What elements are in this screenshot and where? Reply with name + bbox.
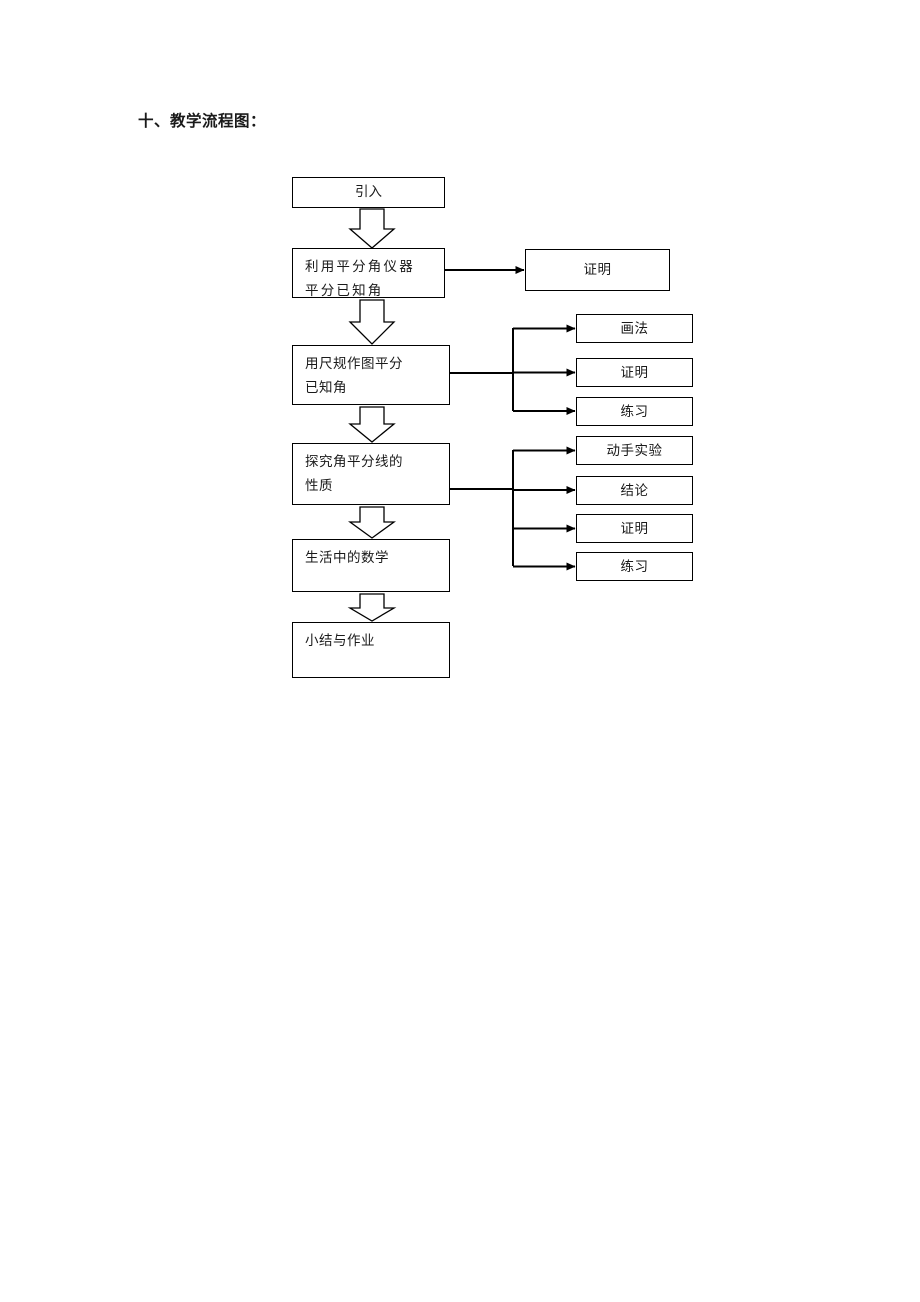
flow-node-label: 动手实验 — [606, 442, 663, 459]
flow-node-practice-1[interactable]: 练习 — [576, 397, 693, 426]
arrow-intro-instrument — [348, 208, 396, 249]
teaching-flowchart: 引入 利用平分角仪器 平分已知角 用尺规作图平分 已知角 探究角平分线的 性质 … — [0, 0, 920, 720]
flow-node-label: 引入 — [355, 184, 382, 200]
flow-node-practice-2[interactable]: 练习 — [576, 552, 693, 581]
flow-node-label: 练习 — [620, 403, 649, 420]
flow-node-instrument[interactable]: 利用平分角仪器 平分已知角 — [292, 248, 445, 299]
flow-node-label: 画法 — [620, 320, 649, 337]
flow-node-label: 结论 — [620, 482, 649, 499]
flow-node-life-math[interactable]: 生活中的数学 — [292, 539, 450, 592]
flow-node-experiment[interactable]: 动手实验 — [576, 436, 693, 465]
flow-node-label: 生活中的数学 — [305, 550, 389, 566]
flow-node-proof-2[interactable]: 证明 — [576, 358, 693, 387]
flow-node-conclusion[interactable]: 结论 — [576, 476, 693, 505]
arrow-life-summary — [347, 593, 397, 622]
flow-node-label: 证明 — [620, 520, 649, 537]
flow-node-label: 探究角平分线的 性质 — [305, 454, 403, 494]
branch-explore — [450, 446, 576, 571]
flow-node-proof-1[interactable]: 证明 — [525, 249, 670, 291]
arrow-explore-life — [348, 506, 396, 539]
flow-node-label: 用尺规作图平分 已知角 — [305, 356, 403, 396]
document-page: 十、教学流程图： 引入 利用平分角仪器 平分已知角 用尺规作图平分 已知角 探究… — [0, 0, 920, 1302]
flow-node-label: 利用平分角仪器 平分已知角 — [305, 259, 415, 299]
arrow-instrument-construction — [348, 299, 396, 345]
flow-node-proof-3[interactable]: 证明 — [576, 514, 693, 543]
flow-node-explore[interactable]: 探究角平分线的 性质 — [292, 443, 450, 505]
flow-node-label: 证明 — [583, 262, 612, 278]
flowchart-connectors — [347, 208, 576, 622]
flow-node-label: 练习 — [620, 558, 649, 575]
flow-node-label: 证明 — [620, 364, 649, 381]
flow-node-construction[interactable]: 用尺规作图平分 已知角 — [292, 345, 450, 405]
branch-construction — [450, 324, 576, 415]
flow-node-label: 小结与作业 — [305, 633, 375, 649]
arrow-construction-explore — [348, 406, 396, 443]
flow-node-drawing[interactable]: 画法 — [576, 314, 693, 343]
flow-node-intro[interactable]: 引入 — [292, 177, 445, 208]
flow-node-summary[interactable]: 小结与作业 — [292, 622, 450, 678]
